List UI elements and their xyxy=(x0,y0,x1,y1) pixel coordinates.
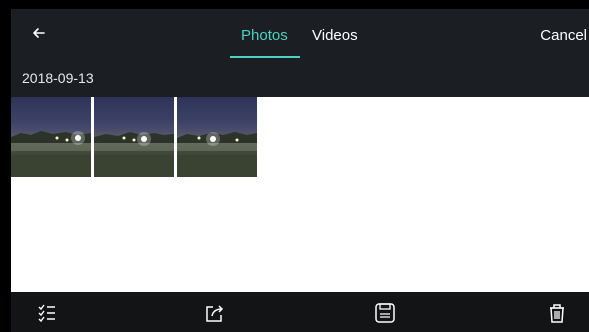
save-button[interactable] xyxy=(374,302,396,324)
share-icon xyxy=(206,305,224,322)
save-icon xyxy=(375,303,395,323)
photo-thumbnail[interactable] xyxy=(177,97,257,177)
photo-grid xyxy=(11,97,589,292)
night-scene-image xyxy=(177,132,257,177)
tab-videos[interactable]: Videos xyxy=(312,27,358,44)
active-tab-indicator xyxy=(230,56,300,58)
top-bar: Photos Videos Cancel xyxy=(11,9,589,63)
cancel-button[interactable]: Cancel xyxy=(540,27,587,44)
night-scene-image xyxy=(11,131,91,177)
bottom-toolbar xyxy=(11,292,589,332)
delete-button[interactable] xyxy=(546,302,568,324)
date-section-header: 2018-09-13 xyxy=(22,70,94,86)
photo-thumbnail[interactable] xyxy=(11,97,91,177)
device-frame: Photos Videos Cancel 2018-09-13 xyxy=(0,0,589,332)
tab-photos[interactable]: Photos xyxy=(241,27,288,44)
share-button[interactable] xyxy=(204,302,226,324)
photo-thumbnail[interactable] xyxy=(94,97,174,177)
night-scene-image xyxy=(94,132,174,177)
trash-icon xyxy=(550,304,564,323)
app-screen: Photos Videos Cancel 2018-09-13 xyxy=(11,9,589,332)
media-tabs: Photos Videos xyxy=(11,9,589,63)
select-list-icon xyxy=(38,304,55,323)
select-button[interactable] xyxy=(36,302,58,324)
